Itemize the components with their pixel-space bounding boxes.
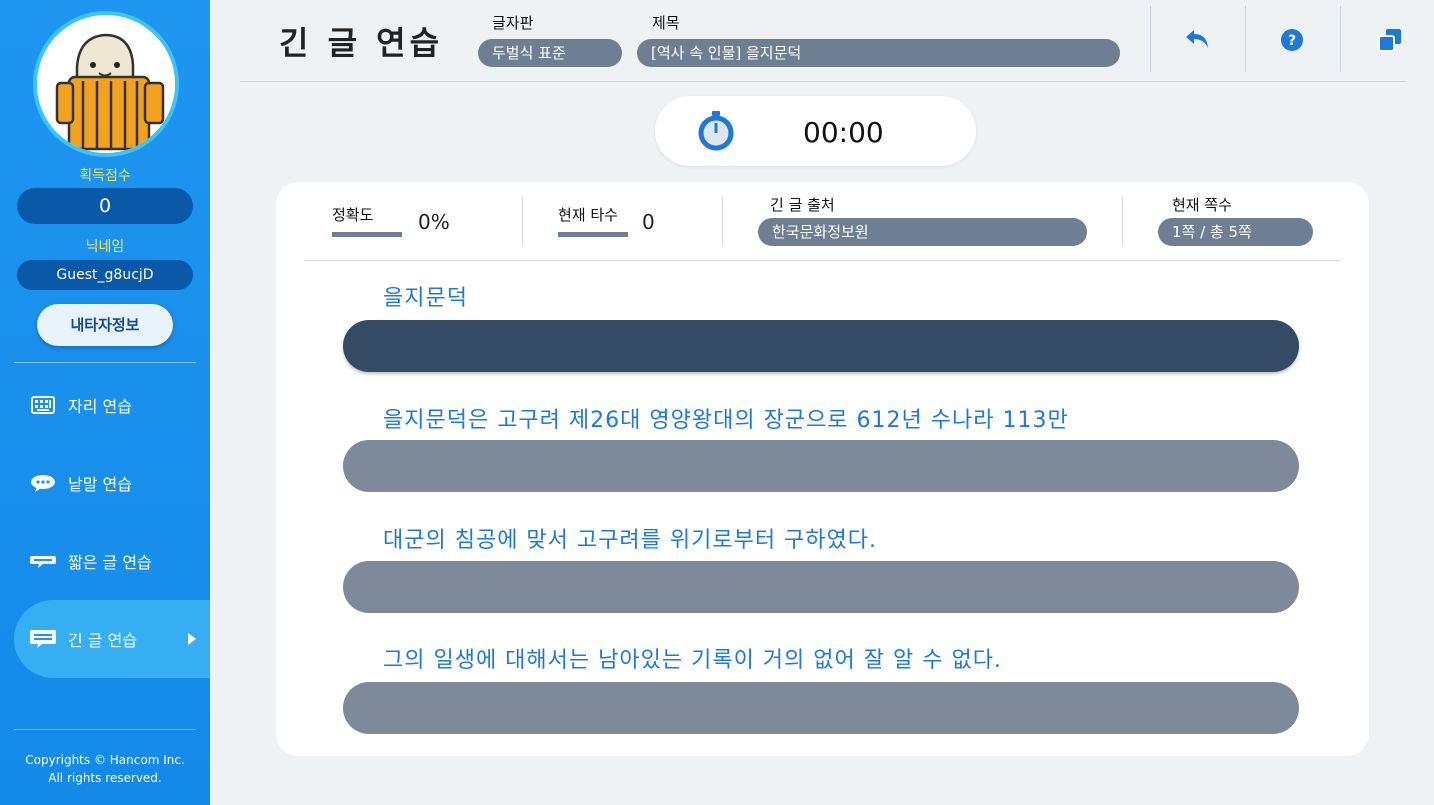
sidebar-item-long-text-practice[interactable]: 긴 글 연습 xyxy=(14,600,210,678)
copyright-line: All rights reserved. xyxy=(48,771,162,785)
subject-label: 제목 xyxy=(652,14,680,32)
practice-line-input[interactable] xyxy=(343,320,1299,372)
timer-value: 00:00 xyxy=(803,116,884,149)
copyright: Copyrights © Hancom Inc. All rights rese… xyxy=(0,751,210,787)
sidebar: 획득점수 0 닉네임 Guest_g8ucjD 내타자정보 자리 연습 낱말 연… xyxy=(0,0,210,805)
card-divider xyxy=(304,260,1341,261)
my-typing-info-button[interactable]: 내타자정보 xyxy=(37,304,173,346)
practice-line-text: 을지문덕은 고구려 제26대 영양왕대의 장군으로 612년 수나라 113만 xyxy=(383,408,1069,433)
stat-divider xyxy=(722,197,723,245)
source-label: 긴 글 출처 xyxy=(770,196,835,214)
accuracy-value: 0% xyxy=(418,210,450,234)
window-icon xyxy=(1378,29,1401,52)
active-arrow-icon xyxy=(188,633,196,645)
speed-bar xyxy=(558,232,628,237)
sidebar-item-key-practice[interactable]: 자리 연습 xyxy=(14,377,210,433)
header-divider xyxy=(1245,6,1246,72)
practice-line-text: 그의 일생에 대해서는 남아있는 기록이 거의 없어 잘 알 수 없다. xyxy=(383,648,1002,673)
score-value: 0 xyxy=(17,188,193,224)
sidebar-divider xyxy=(14,362,196,363)
practice-line-input[interactable] xyxy=(343,682,1299,734)
help-button[interactable]: ? xyxy=(1272,20,1312,60)
avatar[interactable] xyxy=(33,11,179,157)
score-label: 획득점수 xyxy=(79,168,131,184)
sidebar-item-label: 긴 글 연습 xyxy=(68,631,138,650)
stat-divider xyxy=(1122,197,1123,245)
practice-line-text: 을지문덕 xyxy=(383,286,468,311)
speed-value: 0 xyxy=(642,210,655,234)
practice-card: 정확도 0% 현재 타수 0 긴 글 출처 한국문화정보원 현재 쪽수 1쪽 /… xyxy=(276,182,1369,756)
back-icon xyxy=(1186,30,1208,48)
speed-label: 현재 타수 xyxy=(558,206,618,224)
header-divider xyxy=(1150,6,1151,72)
header-divider-line xyxy=(240,81,1406,82)
nickname-value: Guest_g8ucjD xyxy=(17,260,193,290)
sidebar-item-label: 자리 연습 xyxy=(68,397,132,416)
accuracy-bar xyxy=(332,232,402,237)
window-button[interactable] xyxy=(1370,20,1410,60)
sidebar-divider xyxy=(14,729,196,730)
speech-bubble-icon xyxy=(28,474,58,492)
accuracy-label: 정확도 xyxy=(332,206,374,224)
keyboard-icon xyxy=(28,396,58,414)
sidebar-item-label: 짧은 글 연습 xyxy=(68,553,152,572)
nickname-label: 닉네임 xyxy=(85,239,125,255)
page-value: 1쪽 / 총 5쪽 xyxy=(1158,218,1313,246)
practice-line-input[interactable] xyxy=(343,440,1299,492)
source-value: 한국문화정보원 xyxy=(758,218,1087,246)
sidebar-item-word-practice[interactable]: 낱말 연습 xyxy=(14,455,210,511)
practice-line-text: 대군의 침공에 맞서 고구려를 위기로부터 구하였다. xyxy=(383,528,878,553)
header-divider xyxy=(1340,6,1341,72)
stat-divider xyxy=(522,197,523,245)
back-button[interactable] xyxy=(1178,20,1218,60)
svg-text:?: ? xyxy=(1288,33,1296,49)
long-text-icon xyxy=(28,630,58,648)
keyboard-layout-select[interactable]: 두벌식 표준 xyxy=(478,39,622,67)
sidebar-item-short-text-practice[interactable]: 짧은 글 연습 xyxy=(14,533,210,589)
mascot-icon xyxy=(37,15,175,153)
help-icon: ? xyxy=(1281,29,1303,51)
timer: 00:00 xyxy=(655,96,976,166)
short-text-icon xyxy=(28,552,58,570)
practice-line-input[interactable] xyxy=(343,561,1299,613)
sidebar-item-label: 낱말 연습 xyxy=(68,475,132,494)
stopwatch-icon xyxy=(698,111,734,151)
copyright-line: Copyrights © Hancom Inc. xyxy=(25,753,185,767)
subject-select[interactable]: [역사 속 인물] 을지문덕 xyxy=(637,39,1120,67)
page-label: 현재 쪽수 xyxy=(1172,196,1232,214)
page-title: 긴 글 연습 xyxy=(279,24,444,62)
keyboard-layout-label: 글자판 xyxy=(492,14,534,32)
